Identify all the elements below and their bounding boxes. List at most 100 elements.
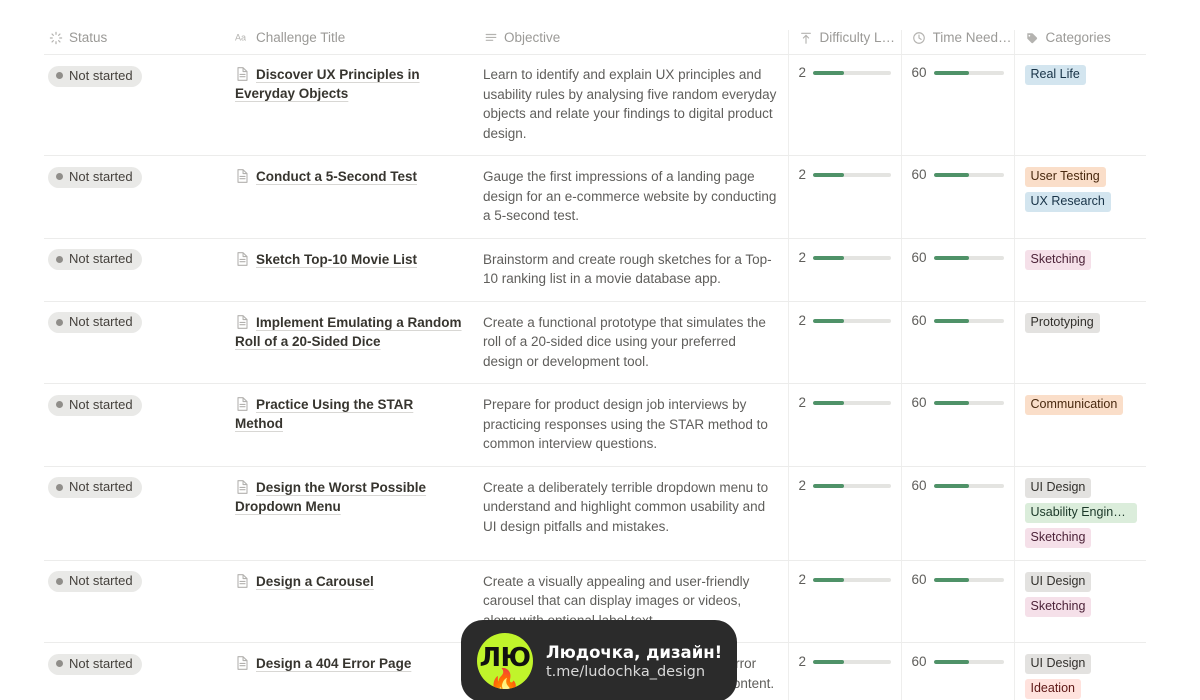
time-meter: 60 xyxy=(912,654,1004,670)
category-tag[interactable]: Sketching xyxy=(1024,596,1092,617)
status-badge[interactable]: Not started xyxy=(48,477,142,498)
category-tag[interactable]: Usability Enginee… xyxy=(1024,502,1137,523)
cell-difficulty[interactable]: 2 xyxy=(787,54,901,156)
cell-time-needed[interactable]: 60 xyxy=(900,383,1014,467)
column-header-diff[interactable]: Difficulty Le… xyxy=(787,30,901,55)
category-tag[interactable]: UI Design xyxy=(1024,477,1092,498)
cell-status[interactable]: Not started xyxy=(44,301,225,384)
cell-objective[interactable]: Create a functional prototype that simul… xyxy=(473,301,788,384)
cell-categories[interactable]: Prototyping xyxy=(1013,301,1146,384)
cell-objective[interactable]: Brainstorm and create rough sketches for… xyxy=(473,238,788,302)
time-value: 60 xyxy=(911,249,927,265)
table-row[interactable]: Not started Design the Worst Possible Dro… xyxy=(44,466,1146,561)
time-value: 60 xyxy=(911,65,927,80)
status-badge[interactable]: Not started xyxy=(48,653,142,675)
status-badge[interactable]: Not started xyxy=(48,312,142,333)
cell-difficulty[interactable]: 2 xyxy=(787,466,901,561)
cell-difficulty[interactable]: 2 xyxy=(787,642,901,700)
category-tag-list: Prototyping xyxy=(1024,312,1137,333)
category-tag[interactable]: UI Design xyxy=(1024,571,1092,592)
table-row[interactable]: Not started Implement Emulating a Random … xyxy=(44,301,1146,384)
time-fill xyxy=(933,577,969,582)
challenge-title-link[interactable]: Design a Carousel xyxy=(256,574,374,589)
challenge-title-link[interactable]: Conduct a 5-Second Test xyxy=(256,169,417,184)
category-tag[interactable]: Real Life xyxy=(1024,65,1086,85)
table-row[interactable]: Not started Practice Using the STAR Metho… xyxy=(44,383,1146,467)
cell-status[interactable]: Not started xyxy=(44,383,225,467)
page-icon xyxy=(235,314,250,330)
time-track xyxy=(933,71,1004,75)
category-tag[interactable]: Ideation xyxy=(1024,679,1081,699)
cell-status[interactable]: Not started xyxy=(44,54,225,156)
category-tag[interactable]: UX Research xyxy=(1024,192,1111,212)
category-tag[interactable]: UI Design xyxy=(1024,654,1092,674)
cell-objective[interactable]: Learn to identify and explain UX princip… xyxy=(473,54,788,156)
cell-difficulty[interactable]: 2 xyxy=(787,560,901,643)
cell-categories[interactable]: UI DesignIdeationSketching xyxy=(1013,642,1146,700)
challenge-title-link[interactable]: Practice Using the STAR Method xyxy=(235,397,413,431)
cell-time-needed[interactable]: 60 xyxy=(900,238,1014,302)
status-badge[interactable]: Not started xyxy=(48,249,142,270)
cell-objective[interactable]: Prepare for product design job interview… xyxy=(473,383,788,467)
challenge-title-link[interactable]: Sketch Top-10 Movie List xyxy=(256,252,417,267)
status-badge[interactable]: Not started xyxy=(48,394,142,416)
category-tag[interactable]: Sketching xyxy=(1024,249,1092,270)
status-badge[interactable]: Not started xyxy=(48,166,142,188)
cell-time-needed[interactable]: 60 xyxy=(900,560,1014,643)
difficulty-track xyxy=(813,401,891,405)
cell-objective[interactable]: Gauge the first impressions of a landing… xyxy=(473,155,788,239)
category-tag[interactable]: Sketching xyxy=(1024,527,1092,548)
cell-title[interactable]: Discover UX Principles in Everyday Objec… xyxy=(225,54,473,156)
cell-title[interactable]: Design a 404 Error Page xyxy=(225,642,473,700)
status-badge[interactable]: Not started xyxy=(48,65,142,87)
cell-status[interactable]: Not started xyxy=(44,466,225,561)
cell-status[interactable]: Not started xyxy=(44,642,225,700)
cell-time-needed[interactable]: 60 xyxy=(900,54,1014,156)
category-tag[interactable]: Prototyping xyxy=(1024,312,1100,333)
challenge-title-link[interactable]: Discover UX Principles in Everyday Objec… xyxy=(235,67,420,101)
cell-time-needed[interactable]: 60 xyxy=(900,301,1014,384)
status-badge[interactable]: Not started xyxy=(48,571,142,592)
cell-difficulty[interactable]: 2 xyxy=(787,155,901,239)
category-tag[interactable]: Communication xyxy=(1024,395,1124,415)
cell-title[interactable]: Design the Worst Possible Dropdown Menu xyxy=(225,466,473,561)
cell-time-needed[interactable]: 60 xyxy=(900,466,1014,561)
time-fill xyxy=(933,173,969,177)
time-meter: 60 xyxy=(912,478,1004,494)
cell-status[interactable]: Not started xyxy=(44,238,225,302)
cell-title[interactable]: Conduct a 5-Second Test xyxy=(225,155,473,239)
cell-categories[interactable]: Communication xyxy=(1013,383,1146,467)
cell-difficulty[interactable]: 2 xyxy=(787,301,901,384)
challenge-title-link[interactable]: Design a 404 Error Page xyxy=(256,656,411,671)
challenge-title-link[interactable]: Implement Emulating a Random Roll of a 2… xyxy=(235,315,462,349)
cell-status[interactable]: Not started xyxy=(44,155,225,239)
cell-objective[interactable]: Create a deliberately terrible dropdown … xyxy=(473,466,788,561)
cell-categories[interactable]: UI Design Sketching xyxy=(1013,560,1146,643)
status-label: Not started xyxy=(69,573,133,588)
cell-categories[interactable]: Real Life xyxy=(1013,54,1146,156)
cell-time-needed[interactable]: 60 xyxy=(900,642,1014,700)
time-value: 60 xyxy=(911,654,927,669)
column-header-title[interactable]: Aa Challenge Title xyxy=(225,30,473,55)
cell-categories[interactable]: UI Design Usability Enginee… Sketching xyxy=(1013,466,1146,561)
column-header-obj[interactable]: Objective xyxy=(473,30,788,55)
challenge-title-link[interactable]: Design the Worst Possible Dropdown Menu xyxy=(235,480,426,514)
cell-categories[interactable]: User Testing UX Research xyxy=(1013,155,1146,239)
cell-difficulty[interactable]: 2 xyxy=(787,238,901,302)
cell-categories[interactable]: Sketching xyxy=(1013,238,1146,302)
cell-title[interactable]: Practice Using the STAR Method xyxy=(225,383,473,467)
table-row[interactable]: Not started Discover UX Principles in Eve… xyxy=(44,54,1146,156)
column-header-time[interactable]: Time Neede… xyxy=(900,30,1014,55)
table-row[interactable]: Not started Sketch Top-10 Movie List Brain… xyxy=(44,238,1146,302)
difficulty-value: 2 xyxy=(798,312,807,328)
cell-title[interactable]: Implement Emulating a Random Roll of a 2… xyxy=(225,301,473,384)
cell-title[interactable]: Sketch Top-10 Movie List xyxy=(225,238,473,302)
cell-title[interactable]: Design a Carousel xyxy=(225,560,473,643)
column-header-cats[interactable]: Categories xyxy=(1013,30,1146,55)
column-header-status[interactable]: Status xyxy=(44,30,225,55)
table-row[interactable]: Not started Conduct a 5-Second Test Gauge … xyxy=(44,155,1146,239)
cell-difficulty[interactable]: 2 xyxy=(787,383,901,467)
cell-status[interactable]: Not started xyxy=(44,560,225,643)
category-tag[interactable]: User Testing xyxy=(1024,167,1106,187)
cell-time-needed[interactable]: 60 xyxy=(900,155,1014,239)
